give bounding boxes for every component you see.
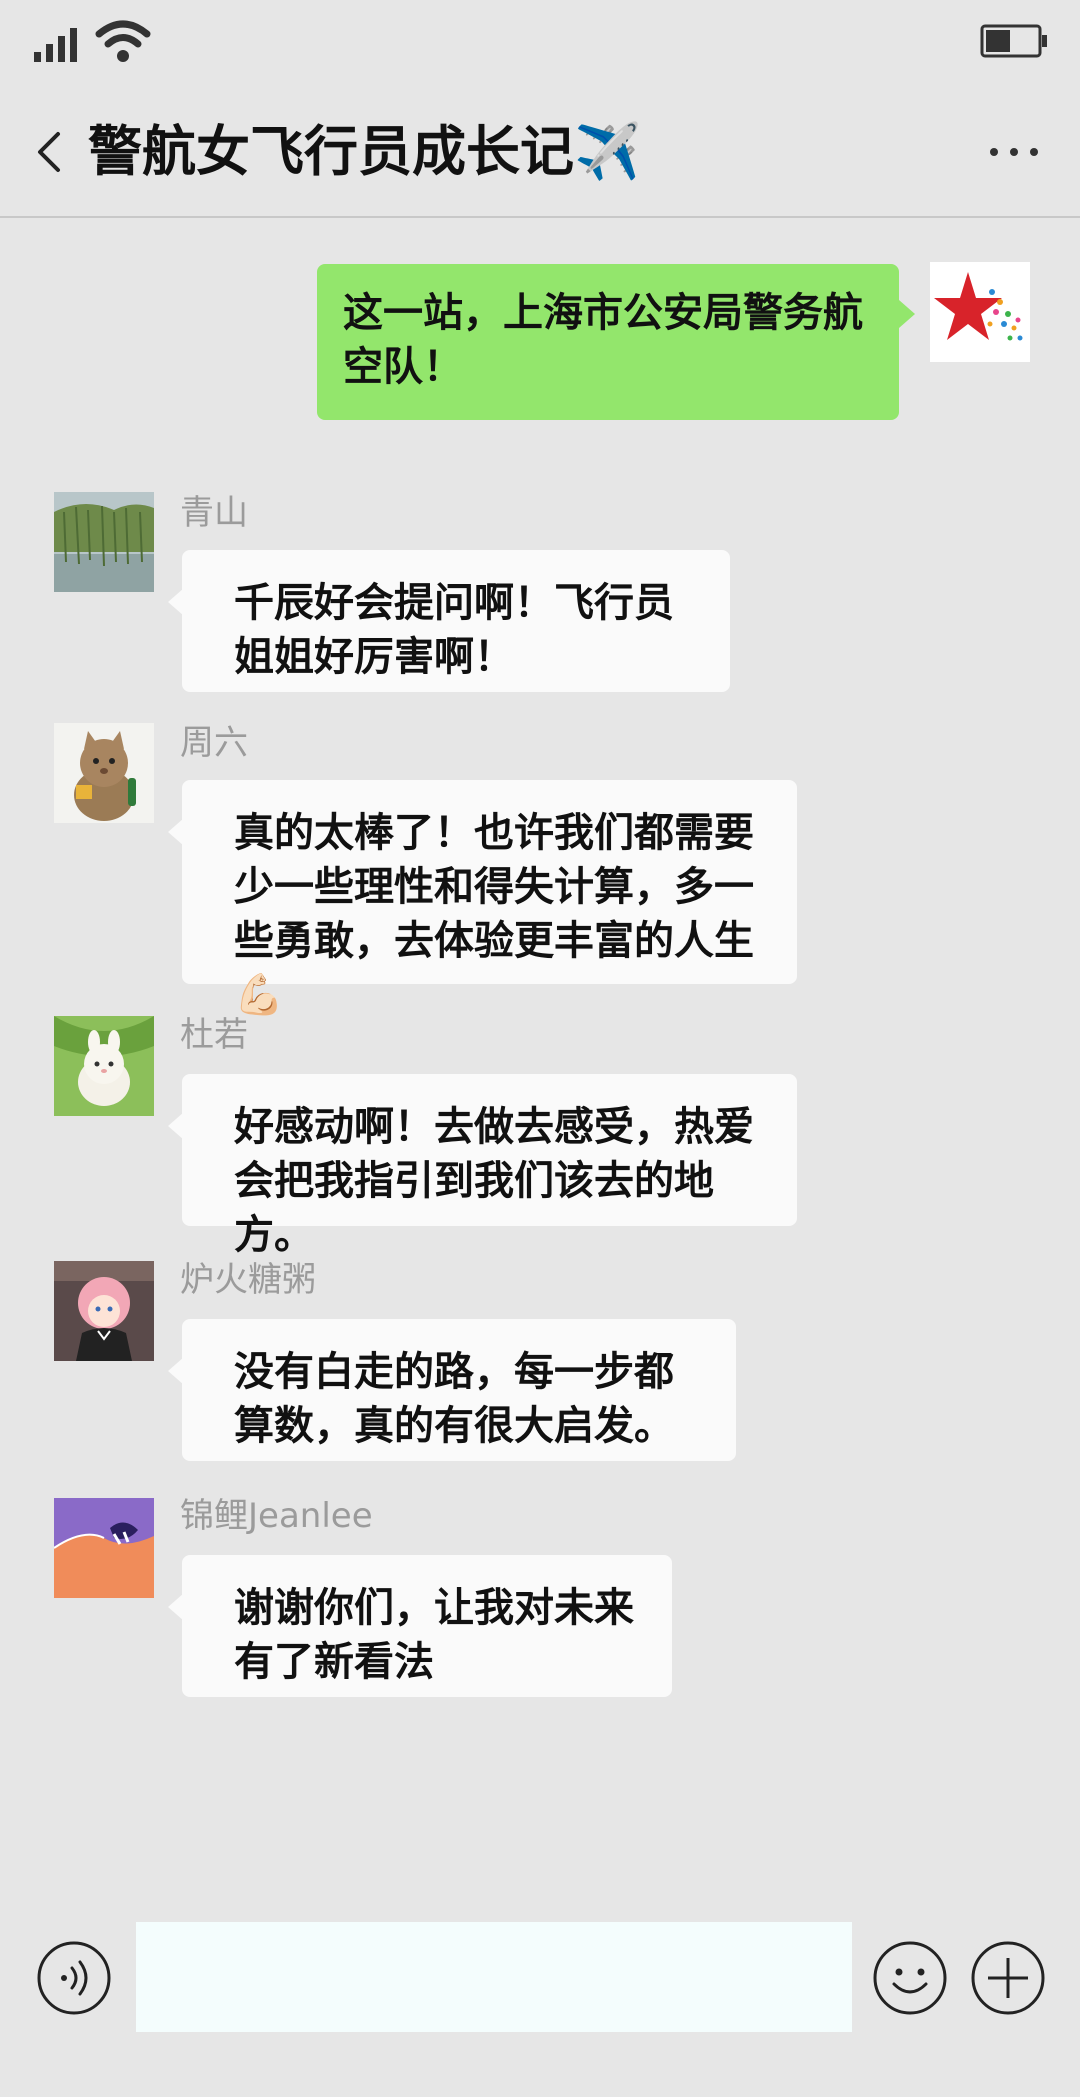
emoji-icon[interactable] (872, 1940, 948, 2016)
incoming-message-bubble[interactable]: 千辰好会提问啊！飞行员姐姐好厉害啊！ (168, 550, 730, 692)
more-options-icon[interactable] (984, 120, 1044, 184)
battery-icon (980, 24, 1047, 58)
sender-name: 杜若 (180, 1015, 248, 1055)
status-bar (0, 0, 1080, 90)
sender-name: 锦鲤Jeanlee (180, 1496, 373, 1536)
willow-lake-avatar-icon[interactable] (54, 492, 154, 592)
purple-orange-avatar-icon[interactable] (54, 1498, 154, 1598)
anime-girl-avatar-icon[interactable] (54, 1261, 154, 1361)
signal-strength-icon (34, 28, 77, 62)
voice-input-icon[interactable] (36, 1940, 112, 2016)
incoming-message-bubble[interactable]: 真的太棒了！也许我们都需要少一些理性和得失计算，多一些勇敢，去体验更丰富的人生💪… (168, 780, 797, 1018)
incoming-message-bubble[interactable]: 没有白走的路，每一步都算数，真的有很大启发。 (168, 1319, 736, 1461)
outgoing-message-bubble[interactable]: 这一站，上海市公安局警务航空队！ (317, 264, 915, 420)
message-input[interactable] (136, 1922, 852, 2032)
wifi-icon (95, 20, 151, 62)
sender-name: 青山 (180, 493, 248, 533)
incoming-message-bubble[interactable]: 好感动啊！去做去感受，热爱会把我指引到我们该去的地方。 (168, 1074, 797, 1258)
red-star-avatar-icon[interactable] (930, 262, 1030, 362)
cat-avatar-icon[interactable] (54, 723, 154, 823)
back-arrow-icon[interactable] (28, 120, 68, 184)
chat-title: 警航女飞行员成长记✈️ (88, 120, 642, 183)
sender-name: 炉火糖粥 (180, 1260, 316, 1300)
white-bunny-avatar-icon[interactable] (54, 1016, 154, 1116)
sender-name: 周六 (180, 723, 248, 763)
chat-header: 警航女飞行员成长记✈️ (0, 90, 1080, 218)
chat-message-list[interactable]: 这一站，上海市公安局警务航空队！ 青山 千辰好会提问啊！飞行员姐姐好厉害啊！ 周… (0, 218, 1080, 1910)
input-bar (0, 1910, 1080, 2097)
plus-icon[interactable] (970, 1940, 1046, 2016)
incoming-message-bubble[interactable]: 谢谢你们，让我对未来有了新看法 (168, 1555, 672, 1697)
